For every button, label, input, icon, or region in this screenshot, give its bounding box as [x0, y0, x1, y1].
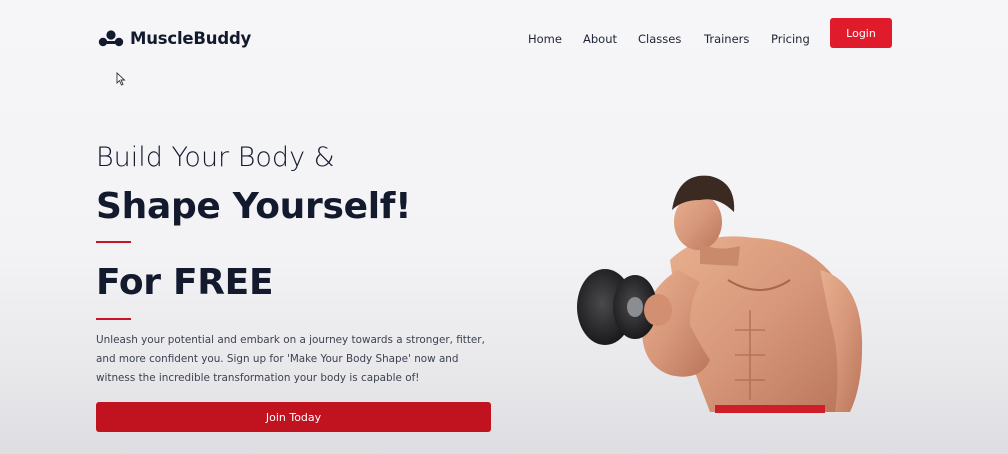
nav-item-about[interactable]: About: [583, 32, 617, 46]
nav-item-trainers[interactable]: Trainers: [704, 32, 749, 46]
hero-title-line2: Shape Yourself!: [96, 186, 412, 227]
join-today-button[interactable]: Join Today: [96, 402, 491, 432]
brand-name: MuscleBuddy: [130, 28, 252, 48]
nav-item-home[interactable]: Home: [528, 32, 562, 46]
mouse-cursor-icon: [116, 72, 126, 86]
nav-item-pricing[interactable]: Pricing: [771, 32, 810, 46]
hero-title-line1: Build Your Body &: [96, 142, 335, 173]
title-divider: [96, 241, 131, 243]
dumbbell-icon: [98, 30, 124, 47]
login-button[interactable]: Login: [830, 18, 892, 48]
hero-description: Unleash your potential and embark on a j…: [96, 334, 485, 384]
brand-logo[interactable]: MuscleBuddy: [98, 27, 251, 49]
hero-title-line3: For FREE: [96, 262, 274, 303]
nav-item-classes[interactable]: Classes: [638, 32, 681, 46]
hero-bodybuilder-image: [577, 175, 863, 413]
navbar: MuscleBuddy Home About Classes Trainers …: [0, 0, 1008, 80]
subtitle-divider: [96, 318, 131, 320]
